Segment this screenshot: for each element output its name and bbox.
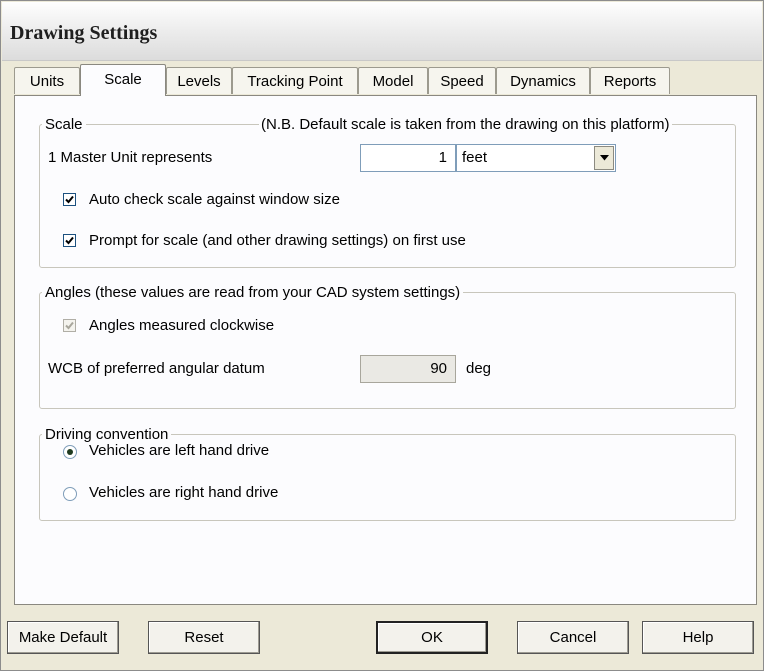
scale-default-note: (N.B. Default scale is taken from the dr… — [259, 116, 672, 133]
cancel-button[interactable]: Cancel — [517, 621, 629, 654]
auto-check-scale-checkbox[interactable] — [63, 193, 76, 206]
angles-clockwise-checkbox — [63, 319, 76, 332]
checkmark-icon — [65, 321, 74, 330]
tab-speed[interactable]: Speed — [428, 67, 496, 94]
wcb-label: WCB of preferred angular datum — [48, 360, 265, 377]
help-button[interactable]: Help — [642, 621, 754, 654]
driving-convention-group: Driving convention — [39, 426, 736, 521]
scale-tab-panel: Scale (N.B. Default scale is taken from … — [14, 95, 757, 605]
auto-check-scale-label: Auto check scale against window size — [89, 191, 340, 208]
reset-button[interactable]: Reset — [148, 621, 260, 654]
drawing-settings-dialog: Drawing Settings Units Scale Levels Trac… — [0, 0, 764, 671]
tab-units[interactable]: Units — [14, 67, 80, 94]
prompt-for-scale-checkbox[interactable] — [63, 234, 76, 247]
right-hand-drive-label: Vehicles are right hand drive — [89, 484, 279, 501]
angles-group: Angles (these values are read from your … — [39, 284, 736, 409]
make-default-button[interactable]: Make Default — [7, 621, 119, 654]
tab-reports[interactable]: Reports — [590, 67, 670, 94]
scale-group-legend: Scale — [45, 116, 83, 133]
left-hand-drive-radio[interactable] — [63, 445, 77, 459]
title-bar[interactable]: Drawing Settings — [2, 2, 762, 61]
driving-convention-legend: Driving convention — [45, 426, 169, 443]
tab-scale[interactable]: Scale — [80, 64, 166, 96]
unit-select[interactable]: feet — [456, 144, 616, 172]
angles-clockwise-label: Angles measured clockwise — [89, 317, 275, 334]
unit-select-value: feet — [462, 149, 488, 166]
tab-levels[interactable]: Levels — [166, 67, 232, 94]
wcb-datum-input: 90 — [360, 355, 456, 383]
ok-button[interactable]: OK — [376, 621, 488, 654]
wcb-unit-label: deg — [466, 360, 492, 377]
radio-selected-dot — [67, 449, 73, 455]
tab-model[interactable]: Model — [358, 67, 428, 94]
angles-group-legend: Angles (these values are read from your … — [45, 284, 461, 301]
tab-strip: Units Scale Levels Tracking Point Model … — [14, 64, 754, 96]
chevron-down-icon[interactable] — [594, 146, 614, 170]
master-unit-label: 1 Master Unit represents — [48, 149, 213, 166]
checkmark-icon — [65, 236, 74, 245]
window-title: Drawing Settings — [10, 22, 158, 44]
right-hand-drive-radio[interactable] — [63, 487, 77, 501]
prompt-for-scale-label: Prompt for scale (and other drawing sett… — [89, 232, 466, 249]
tab-tracking-point[interactable]: Tracking Point — [232, 67, 358, 94]
tab-dynamics[interactable]: Dynamics — [496, 67, 590, 94]
master-unit-input[interactable]: 1 — [360, 144, 456, 172]
left-hand-drive-label: Vehicles are left hand drive — [89, 442, 270, 459]
checkmark-icon — [65, 195, 74, 204]
